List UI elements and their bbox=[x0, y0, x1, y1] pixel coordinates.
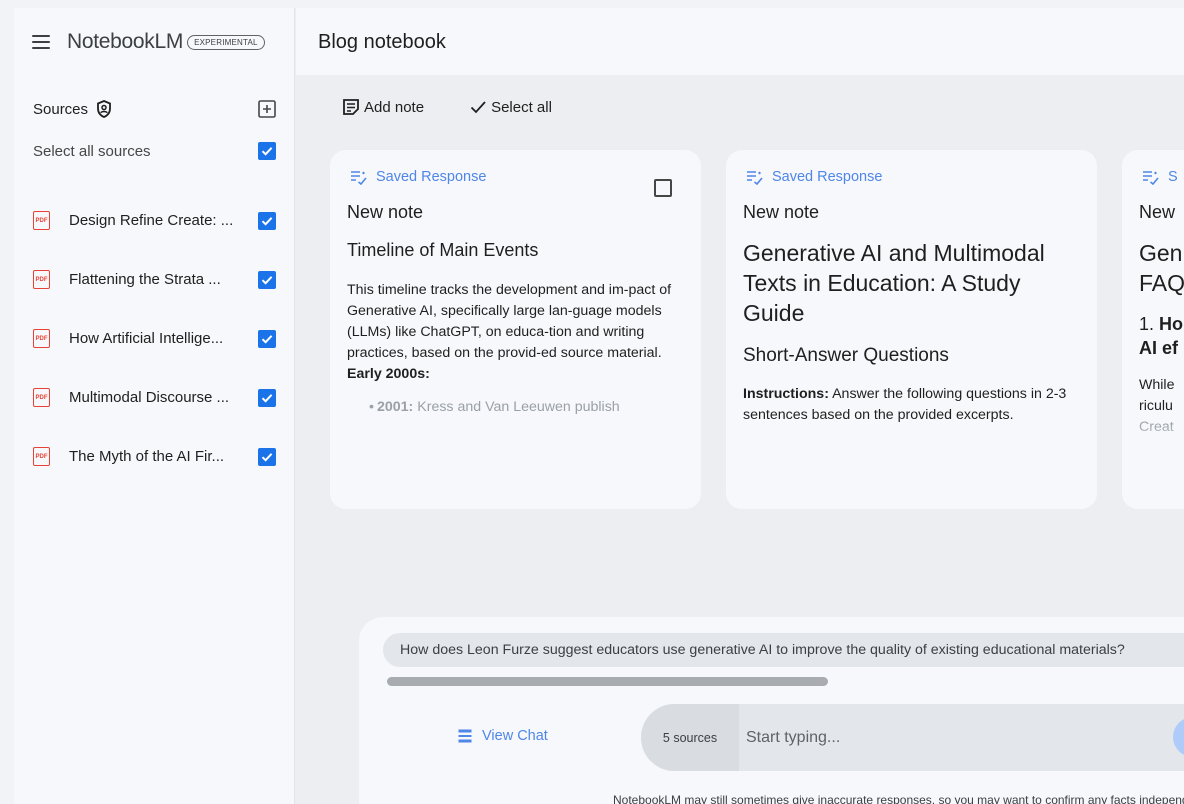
select-all-sources-label: Select all sources bbox=[33, 142, 151, 160]
saved-response-label: Saved Response bbox=[376, 169, 487, 185]
select-all-sources-checkbox[interactable] bbox=[258, 142, 276, 160]
note-heading: Generative AI and Multimodal Texts in Ed… bbox=[743, 240, 1045, 326]
check-icon bbox=[261, 452, 273, 462]
select-all-label: Select all bbox=[491, 98, 552, 116]
source-name: Multimodal Discourse ... bbox=[69, 389, 230, 406]
source-checkbox[interactable] bbox=[258, 211, 276, 230]
shield-icon[interactable] bbox=[96, 100, 112, 118]
source-item[interactable]: PDF How Artificial Intellige... bbox=[33, 309, 276, 368]
faq-question: 1. Ho bbox=[1139, 312, 1184, 336]
saved-response-tag: Saved Response bbox=[746, 169, 882, 185]
source-checkbox[interactable] bbox=[258, 329, 276, 348]
saved-response-tag: Saved Response bbox=[350, 169, 486, 185]
note-bullet: • 2001: Kress and Van Leeuwen publish bbox=[369, 399, 620, 415]
pdf-icon: PDF bbox=[33, 329, 50, 348]
check-icon bbox=[261, 216, 273, 226]
saved-response-tag: S bbox=[1142, 169, 1178, 185]
bullet-year: 2001: bbox=[377, 399, 414, 415]
source-list: PDF Design Refine Create: ... PDF Flatte… bbox=[33, 191, 276, 486]
note-subheading: Short-Answer Questions bbox=[743, 345, 949, 366]
source-name: The Myth of the AI Fir... bbox=[69, 448, 225, 465]
saved-response-icon bbox=[747, 170, 763, 185]
pdf-icon: PDF bbox=[33, 270, 50, 289]
disclaimer-text: NotebookLM may still sometimes give inac… bbox=[613, 793, 1184, 804]
source-name: Flattening the Strata ... bbox=[69, 271, 221, 288]
notebook-title[interactable]: Blog notebook bbox=[318, 31, 446, 54]
note-card[interactable]: Saved Response New note Generative AI an… bbox=[726, 150, 1097, 509]
instructions-label: Instructions: bbox=[743, 386, 829, 402]
app-name: NotebookLM bbox=[67, 30, 184, 53]
note-instructions: Instructions: Answer the following quest… bbox=[743, 384, 1079, 426]
source-name: How Artificial Intellige... bbox=[69, 330, 224, 347]
note-add-icon bbox=[343, 99, 359, 115]
note-paragraph: This timeline tracks the development and… bbox=[347, 282, 672, 361]
source-item[interactable]: PDF Design Refine Create: ... bbox=[33, 191, 276, 250]
note-heading: Timeline of Main Events bbox=[347, 240, 539, 260]
answer-line: While bbox=[1139, 377, 1175, 393]
answer-line: riculu bbox=[1139, 398, 1173, 414]
chat-input-bar: 5 sources bbox=[641, 704, 1184, 771]
suggestions-scrollbar[interactable] bbox=[387, 677, 828, 686]
question-number: 1. bbox=[1139, 314, 1155, 334]
bullet-text: Kress and Van Leeuwen publish bbox=[417, 399, 620, 415]
note-checkbox[interactable] bbox=[654, 179, 672, 197]
brand: NotebookLM EXPERIMENTAL bbox=[32, 28, 265, 56]
note-section-heading: Early 2000s: bbox=[347, 366, 430, 382]
source-item[interactable]: PDF The Myth of the AI Fir... bbox=[33, 427, 276, 486]
sources-title: Sources bbox=[33, 100, 89, 118]
chat-input[interactable] bbox=[746, 724, 1146, 752]
notes-toolbar: Add note Select all bbox=[342, 98, 597, 116]
app-window: NotebookLM EXPERIMENTAL Sources Select a… bbox=[14, 8, 1184, 804]
source-item[interactable]: PDF Flattening the Strata ... bbox=[33, 250, 276, 309]
add-note-button[interactable]: Add note bbox=[342, 98, 424, 116]
pdf-icon: PDF bbox=[33, 388, 50, 407]
note-label: New note bbox=[743, 202, 820, 222]
source-checkbox[interactable] bbox=[258, 447, 276, 466]
note-label: New bbox=[1139, 202, 1176, 222]
saved-response-icon bbox=[351, 170, 367, 185]
source-checkbox[interactable] bbox=[258, 270, 276, 289]
note-card[interactable]: S New Gen FAQ 1. Ho AI ef While riculu C… bbox=[1122, 150, 1184, 509]
note-label: New note bbox=[347, 202, 424, 222]
pdf-icon: PDF bbox=[33, 211, 50, 230]
top-bar: Blog notebook bbox=[296, 8, 1184, 75]
saved-response-label: Saved Response bbox=[772, 169, 883, 185]
check-icon bbox=[261, 147, 273, 156]
note-heading-line: FAQ bbox=[1139, 270, 1184, 296]
check-icon bbox=[261, 334, 273, 344]
select-all-button[interactable]: Select all bbox=[469, 98, 552, 116]
source-name: Design Refine Create: ... bbox=[69, 212, 234, 229]
note-heading-line: Gen bbox=[1139, 240, 1183, 266]
pdf-icon: PDF bbox=[33, 447, 50, 466]
experimental-badge: EXPERIMENTAL bbox=[187, 34, 265, 50]
saved-response-label: S bbox=[1168, 169, 1178, 185]
sources-header: Sources bbox=[33, 100, 276, 118]
check-icon bbox=[261, 275, 273, 285]
sidebar: NotebookLM EXPERIMENTAL Sources Select a… bbox=[14, 8, 295, 804]
suggested-question-chip[interactable]: How does Leon Furze suggest educators us… bbox=[383, 633, 1184, 667]
select-all-sources[interactable]: Select all sources bbox=[33, 142, 276, 160]
question-text: Ho bbox=[1159, 314, 1184, 334]
send-button[interactable] bbox=[1173, 717, 1184, 757]
check-icon bbox=[470, 101, 486, 114]
view-chat-button[interactable]: View Chat bbox=[457, 728, 548, 744]
question-text-line: AI ef bbox=[1139, 338, 1179, 358]
fade-overlay bbox=[1122, 423, 1184, 509]
add-source-icon[interactable] bbox=[258, 100, 276, 118]
check-icon bbox=[261, 393, 273, 403]
source-item[interactable]: PDF Multimodal Discourse ... bbox=[33, 368, 276, 427]
chat-panel: How does Leon Furze suggest educators us… bbox=[359, 617, 1184, 804]
source-checkbox[interactable] bbox=[258, 388, 276, 407]
fade-overlay bbox=[330, 423, 701, 509]
menu-icon[interactable] bbox=[32, 35, 50, 49]
view-chat-label: View Chat bbox=[482, 728, 548, 744]
chat-icon bbox=[458, 729, 472, 743]
note-card[interactable]: Saved Response New note Timeline of Main… bbox=[330, 150, 701, 509]
saved-response-icon bbox=[1143, 170, 1159, 185]
sources-count-button[interactable]: 5 sources bbox=[641, 704, 739, 771]
add-note-label: Add note bbox=[364, 98, 425, 116]
fade-overlay bbox=[726, 423, 1097, 509]
